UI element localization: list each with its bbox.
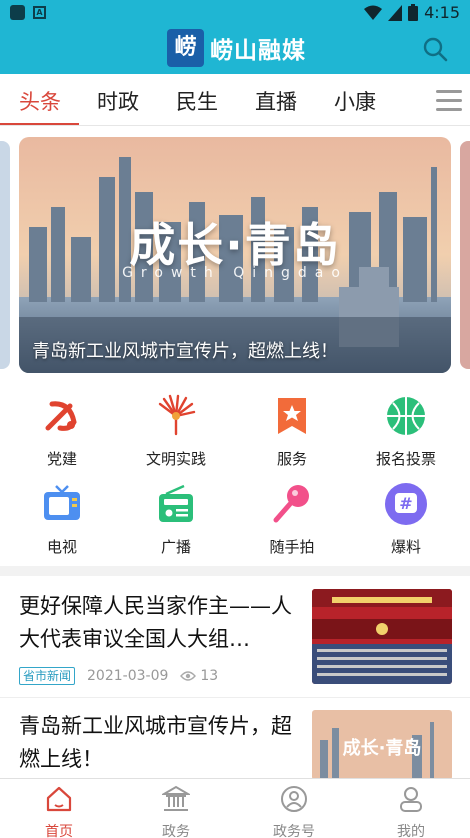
signal-icon [388,4,403,21]
feature-grid: 党建 文明实践 服务 报名投票 电视 广播 随手拍 # 爆料 [0,388,470,566]
news-thumbnail [312,589,452,684]
battery-icon [408,4,419,21]
app-title: 崂山融媒 [210,38,306,64]
banner-subheadline: Growth Qingdao [122,265,348,281]
next-slide-peek[interactable] [460,141,470,369]
status-bar: A 4:15 [0,0,470,26]
grid-item-radio[interactable]: 广播 [126,482,226,557]
news-title: 青岛新工业风城市宣传片，超燃上线！ [19,714,292,771]
channel-tabs: 头条 时政 民生 直播 小康 [0,74,470,126]
grid-item-service[interactable]: 服务 [242,394,342,469]
news-meta: 省市新闻 2021-03-09 13 [19,667,218,685]
nav-gov-accounts[interactable]: 政务号 [249,785,339,838]
svg-text:#: # [399,494,412,513]
prev-slide-peek[interactable] [0,141,10,369]
tab-xiaokang[interactable]: 小康 [334,86,376,116]
clock: 4:15 [424,3,460,22]
banner-carousel: 成长·青岛 Growth Qingdao 青岛新工业风城市宣传片，超燃上线！ [0,126,470,384]
eye-icon [180,671,197,681]
civilization-icon [158,394,196,436]
news-date: 2021-03-09 [87,668,169,684]
grid-item-vote[interactable]: 报名投票 [356,394,456,469]
search-icon[interactable] [422,36,448,62]
news-tag: 省市新闻 [19,667,76,685]
service-icon [278,398,306,434]
news-thumbnail: 成长·青岛 [312,710,452,780]
app-logo: 崂 崂山融媒 [167,29,306,67]
grid-item-tipoff[interactable]: # 爆料 [356,482,456,557]
government-building-icon [160,785,192,811]
wifi-icon [364,5,383,20]
tab-livelihood[interactable]: 民生 [176,86,218,116]
vote-icon [387,397,425,435]
radio-icon [159,484,193,522]
logo-mark: 崂 [167,29,204,67]
app-notification-icon: A [33,6,46,19]
hashtag-icon: # [385,483,427,525]
tab-headlines[interactable]: 头条 [19,86,61,116]
tv-icon [44,485,80,520]
tab-politics[interactable]: 时政 [97,86,139,116]
banner-caption: 青岛新工业风城市宣传片，超燃上线！ [32,341,338,362]
nav-profile[interactable]: 我的 [366,785,456,838]
tab-live[interactable]: 直播 [255,86,297,116]
grid-item-party[interactable]: 党建 [12,394,112,469]
bottom-navigation: 首页 政务 政务号 我的 [0,778,470,838]
news-views: 13 [200,668,219,684]
nav-government[interactable]: 政务 [131,785,221,838]
grid-item-civilization[interactable]: 文明实践 [126,394,226,469]
home-icon [46,786,72,812]
grid-item-tv[interactable]: 电视 [12,482,112,557]
news-item[interactable]: 更好保障人民当家作主——人大代表审议全国人大组… 省市新闻 2021-03-09… [0,576,470,696]
profile-icon [400,787,422,812]
nav-home[interactable]: 首页 [14,785,104,838]
app-header: 崂 崂山融媒 [0,26,470,74]
news-item[interactable]: 青岛新工业风城市宣传片，超燃上线！ 成长·青岛 [0,698,470,780]
party-icon [45,401,77,431]
channel-menu-icon[interactable] [436,90,462,112]
active-tab-indicator [0,123,79,125]
banner-slide[interactable]: 成长·青岛 Growth Qingdao 青岛新工业风城市宣传片，超燃上线！ [19,137,451,373]
microphone-icon [273,485,309,523]
section-divider [0,566,470,576]
thumbnail-headline: 成长·青岛 [342,738,422,759]
notification-icon [10,5,25,20]
app-screen: A 4:15 崂 崂山融媒 头条 时政 民生 直播 小康 成长·青岛 Growt… [0,0,470,838]
grid-item-snapshot[interactable]: 随手拍 [242,482,342,557]
gov-account-icon [281,786,307,812]
news-title: 更好保障人民当家作主——人大代表审议全国人大组… [19,594,292,651]
